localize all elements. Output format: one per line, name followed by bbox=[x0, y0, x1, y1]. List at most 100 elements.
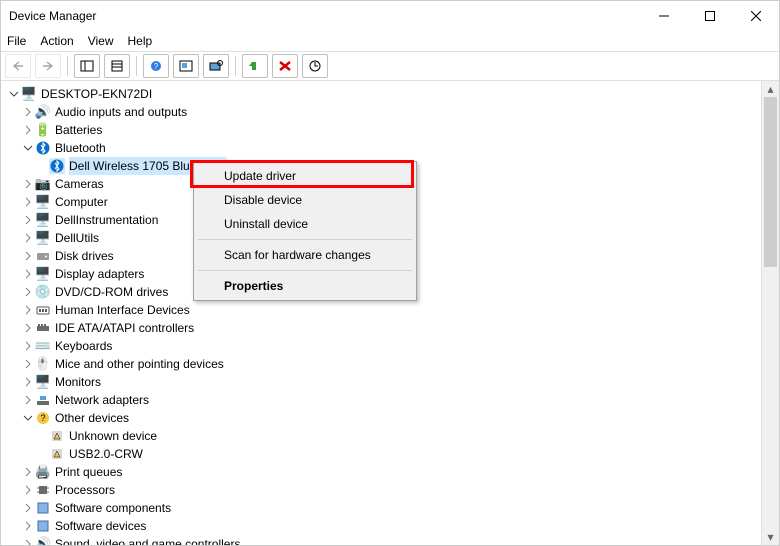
battery-icon: 🔋 bbox=[35, 122, 51, 138]
expand-icon[interactable] bbox=[21, 177, 35, 191]
expand-icon[interactable] bbox=[21, 249, 35, 263]
expand-icon[interactable] bbox=[21, 375, 35, 389]
tree-item-hid[interactable]: Human Interface Devices bbox=[7, 301, 761, 319]
ctx-uninstall-device[interactable]: Uninstall device bbox=[196, 212, 414, 236]
processor-icon bbox=[35, 482, 51, 498]
forward-button[interactable] bbox=[35, 54, 61, 78]
disk-icon bbox=[35, 248, 51, 264]
expand-icon[interactable] bbox=[21, 465, 35, 479]
tree-label: Bluetooth bbox=[55, 139, 106, 157]
bluetooth-icon bbox=[49, 158, 65, 174]
context-menu: Update driver Disable device Uninstall d… bbox=[193, 161, 417, 301]
ide-icon bbox=[35, 320, 51, 336]
dell-icon: 🖥️ bbox=[35, 230, 51, 246]
tree-item-audio[interactable]: 🔊 Audio inputs and outputs bbox=[7, 103, 761, 121]
collapse-icon[interactable] bbox=[21, 411, 35, 425]
expand-icon[interactable] bbox=[21, 519, 35, 533]
tree-item-monitors[interactable]: 🖥️ Monitors bbox=[7, 373, 761, 391]
ctx-disable-device[interactable]: Disable device bbox=[196, 188, 414, 212]
sound-icon: 🔊 bbox=[35, 536, 51, 545]
tree-label: Human Interface Devices bbox=[55, 301, 190, 319]
tree-label: Software devices bbox=[55, 517, 146, 535]
collapse-icon[interactable] bbox=[21, 141, 35, 155]
expand-icon[interactable] bbox=[21, 123, 35, 137]
minimize-button[interactable] bbox=[641, 1, 687, 31]
bluetooth-icon bbox=[35, 140, 51, 156]
tree-label: Display adapters bbox=[55, 265, 144, 283]
uninstall-device-button[interactable] bbox=[272, 54, 298, 78]
warning-icon bbox=[49, 446, 65, 462]
tree-item-printq[interactable]: 🖨️ Print queues bbox=[7, 463, 761, 481]
tree-item-processors[interactable]: Processors bbox=[7, 481, 761, 499]
expand-icon[interactable] bbox=[21, 483, 35, 497]
tree-item-network[interactable]: Network adapters bbox=[7, 391, 761, 409]
expand-icon[interactable] bbox=[21, 357, 35, 371]
tree-item-keyboards[interactable]: ⌨️ Keyboards bbox=[7, 337, 761, 355]
device-tree[interactable]: 🖥️ DESKTOP-EKN72DI 🔊 Audio inputs and ou… bbox=[1, 81, 761, 545]
expand-icon[interactable] bbox=[21, 285, 35, 299]
tree-item-bluetooth[interactable]: Bluetooth bbox=[7, 139, 761, 157]
computer-icon: 🖥️ bbox=[35, 194, 51, 210]
tree-root[interactable]: 🖥️ DESKTOP-EKN72DI bbox=[7, 85, 761, 103]
expand-icon[interactable] bbox=[21, 195, 35, 209]
expand-icon[interactable] bbox=[21, 537, 35, 545]
vertical-scrollbar[interactable]: ▴ ▾ bbox=[761, 81, 779, 545]
close-button[interactable] bbox=[733, 1, 779, 31]
tree-item-other[interactable]: ? Other devices bbox=[7, 409, 761, 427]
ctx-properties[interactable]: Properties bbox=[196, 274, 414, 298]
expand-icon[interactable] bbox=[21, 501, 35, 515]
toolbar-separator bbox=[67, 56, 68, 76]
menu-file[interactable]: File bbox=[7, 34, 26, 48]
properties-button[interactable] bbox=[104, 54, 130, 78]
svg-text:?: ? bbox=[154, 62, 159, 71]
tree-item-unknown[interactable]: Unknown device bbox=[7, 427, 761, 445]
scroll-up-button[interactable]: ▴ bbox=[762, 81, 779, 97]
printer-icon: 🖨️ bbox=[35, 464, 51, 480]
tree-item-ide[interactable]: IDE ATA/ATAPI controllers bbox=[7, 319, 761, 337]
enable-device-button[interactable] bbox=[242, 54, 268, 78]
update-driver-button[interactable] bbox=[302, 54, 328, 78]
scrollbar-thumb[interactable] bbox=[764, 97, 777, 267]
tree-item-swdev[interactable]: Software devices bbox=[7, 517, 761, 535]
scan-hardware-button[interactable] bbox=[203, 54, 229, 78]
tree-label: Mice and other pointing devices bbox=[55, 355, 224, 373]
expand-icon[interactable] bbox=[21, 321, 35, 335]
show-hide-tree-button[interactable] bbox=[74, 54, 100, 78]
expand-icon[interactable] bbox=[21, 105, 35, 119]
keyboard-icon: ⌨️ bbox=[35, 338, 51, 354]
menu-view[interactable]: View bbox=[88, 34, 114, 48]
scroll-down-button[interactable]: ▾ bbox=[762, 529, 779, 545]
tree-item-swcomp[interactable]: Software components bbox=[7, 499, 761, 517]
tree-item-mice[interactable]: 🖱️ Mice and other pointing devices bbox=[7, 355, 761, 373]
tree-item-sound[interactable]: 🔊 Sound, video and game controllers bbox=[7, 535, 761, 545]
ctx-separator bbox=[198, 239, 412, 240]
expand-icon[interactable] bbox=[21, 339, 35, 353]
svg-text:?: ? bbox=[40, 413, 45, 423]
tree-label: DESKTOP-EKN72DI bbox=[41, 85, 152, 103]
back-button[interactable] bbox=[5, 54, 31, 78]
expand-icon[interactable] bbox=[7, 87, 21, 101]
toolbar: ? bbox=[1, 51, 779, 81]
help-button[interactable]: ? bbox=[143, 54, 169, 78]
ctx-update-driver[interactable]: Update driver bbox=[196, 164, 414, 188]
tree-label: DVD/CD-ROM drives bbox=[55, 283, 168, 301]
tree-label: Keyboards bbox=[55, 337, 112, 355]
ctx-scan-hardware[interactable]: Scan for hardware changes bbox=[196, 243, 414, 267]
titlebar: Device Manager bbox=[1, 1, 779, 31]
menubar: File Action View Help bbox=[1, 31, 779, 51]
tree-item-usb2crw[interactable]: USB2.0-CRW bbox=[7, 445, 761, 463]
window-controls bbox=[641, 1, 779, 31]
expand-icon[interactable] bbox=[21, 303, 35, 317]
tree-label: Software components bbox=[55, 499, 171, 517]
expand-icon[interactable] bbox=[21, 231, 35, 245]
tree-item-batteries[interactable]: 🔋 Batteries bbox=[7, 121, 761, 139]
display-icon: 🖥️ bbox=[35, 266, 51, 282]
menu-action[interactable]: Action bbox=[40, 34, 73, 48]
expand-icon[interactable] bbox=[21, 213, 35, 227]
menu-help[interactable]: Help bbox=[128, 34, 153, 48]
maximize-button[interactable] bbox=[687, 1, 733, 31]
expand-icon[interactable] bbox=[21, 393, 35, 407]
legacy-hardware-button[interactable] bbox=[173, 54, 199, 78]
expand-icon[interactable] bbox=[21, 267, 35, 281]
window-title: Device Manager bbox=[9, 9, 641, 23]
